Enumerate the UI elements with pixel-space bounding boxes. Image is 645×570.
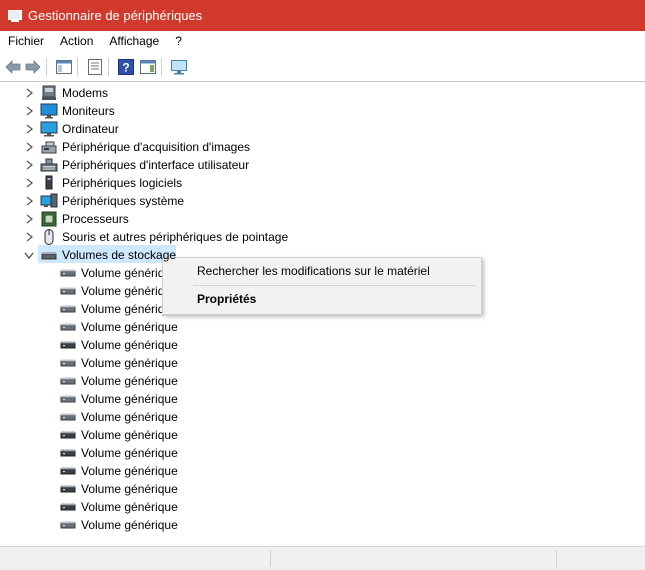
menu-help[interactable]: ?	[167, 31, 190, 51]
imaging-device-icon	[40, 139, 58, 155]
hid-icon	[40, 157, 58, 173]
tree-child-label: Volume générique	[81, 392, 178, 406]
storage-volume-icon	[40, 247, 58, 263]
menu-action[interactable]: Action	[52, 31, 101, 51]
chevron-right-icon[interactable]	[24, 174, 34, 192]
context-menu-scan-hardware[interactable]: Rechercher les modifications sur le maté…	[163, 259, 481, 283]
tree-child-label: Volume générique	[81, 500, 178, 514]
tree-child-label: Volume générique	[81, 356, 178, 370]
tree-item-label: Moniteurs	[62, 104, 115, 118]
context-menu-label: Rechercher les modifications sur le maté…	[197, 264, 430, 278]
status-bar	[0, 546, 645, 570]
chevron-right-icon[interactable]	[24, 192, 34, 210]
svg-text:?: ?	[122, 61, 129, 75]
tree-child-label: Volume générique	[81, 374, 178, 388]
context-menu: Rechercher les modifications sur le maté…	[162, 257, 482, 315]
tree-item-label: Périphériques système	[62, 194, 185, 208]
generic-volume-icon	[60, 391, 76, 407]
computer-icon	[40, 121, 58, 137]
generic-volume-icon	[60, 499, 76, 515]
tree-child-label: Volume générique	[81, 482, 178, 496]
chevron-right-icon[interactable]	[24, 210, 34, 228]
generic-volume-icon	[60, 409, 76, 425]
tree-child-label: Volume générique	[81, 464, 178, 478]
tree-item-label: Périphérique d'acquisition d'images	[62, 140, 251, 154]
tree-child-label: Volume générique	[81, 518, 178, 532]
toolbar-separator	[77, 58, 78, 76]
toolbar: ?	[0, 53, 645, 82]
menu-fichier[interactable]: Fichier	[0, 31, 52, 51]
generic-volume-icon	[60, 445, 76, 461]
context-menu-separator	[193, 285, 475, 286]
toolbar-separator	[46, 58, 47, 76]
tree-child-label: Volume générique	[81, 428, 178, 442]
status-bar-divider	[270, 550, 271, 567]
chevron-right-icon[interactable]	[24, 228, 34, 246]
toolbar-separator	[108, 58, 109, 76]
tree-child-label: Volume générique	[81, 446, 178, 460]
scan-hardware-icon[interactable]	[170, 58, 188, 76]
monitor-icon	[40, 103, 58, 119]
processor-icon	[40, 211, 58, 227]
properties-icon[interactable]	[86, 58, 104, 76]
chevron-right-icon[interactable]	[24, 156, 34, 174]
generic-volume-icon	[60, 427, 76, 443]
tree-child-label: Volume générique	[81, 410, 178, 424]
generic-volume-icon	[60, 355, 76, 371]
software-device-icon	[40, 175, 58, 191]
action-pane-icon[interactable]	[139, 58, 157, 76]
generic-volume-icon	[60, 481, 76, 497]
generic-volume-icon	[60, 337, 76, 353]
mouse-icon	[40, 229, 58, 245]
tree-child-label: Volume générique	[81, 320, 178, 334]
generic-volume-icon	[60, 301, 76, 317]
generic-volume-icon	[60, 319, 76, 335]
tree-item-label: Modems	[62, 86, 109, 100]
generic-volume-icon	[60, 373, 76, 389]
chevron-right-icon[interactable]	[24, 102, 34, 120]
menu-bar: Fichier Action Affichage ?	[0, 31, 645, 51]
modem-icon	[40, 85, 58, 101]
generic-volume-icon	[60, 265, 76, 281]
tree-item-label: Souris et autres périphériques de pointa…	[62, 230, 289, 244]
toolbar-separator	[161, 58, 162, 76]
title-bar: Gestionnaire de périphériques	[0, 0, 645, 31]
back-icon[interactable]	[4, 58, 22, 76]
generic-volume-icon	[60, 517, 76, 533]
show-hide-console-tree-icon[interactable]	[55, 58, 73, 76]
tree-item-label: Périphériques d'interface utilisateur	[62, 158, 250, 172]
forward-icon[interactable]	[24, 58, 42, 76]
window-title: Gestionnaire de périphériques	[28, 8, 203, 23]
chevron-right-icon[interactable]	[24, 84, 34, 102]
chevron-right-icon[interactable]	[24, 138, 34, 156]
generic-volume-icon	[60, 463, 76, 479]
tree-child-label: Volume générique	[81, 338, 178, 352]
tree-item-label: Processeurs	[62, 212, 129, 226]
menu-affichage[interactable]: Affichage	[101, 31, 167, 51]
status-bar-divider	[556, 550, 557, 567]
chevron-right-icon[interactable]	[24, 120, 34, 138]
chevron-down-icon[interactable]	[24, 246, 34, 264]
generic-volume-icon	[60, 283, 76, 299]
device-manager-icon	[8, 9, 22, 23]
help-icon[interactable]: ?	[117, 58, 135, 76]
context-menu-properties[interactable]: Propriétés	[163, 287, 481, 311]
system-device-icon	[40, 193, 58, 209]
context-menu-label: Propriétés	[197, 292, 257, 306]
tree-item-label: Volumes de stockage	[62, 248, 177, 262]
tree-item-label: Périphériques logiciels	[62, 176, 183, 190]
tree-item-label: Ordinateur	[62, 122, 119, 136]
